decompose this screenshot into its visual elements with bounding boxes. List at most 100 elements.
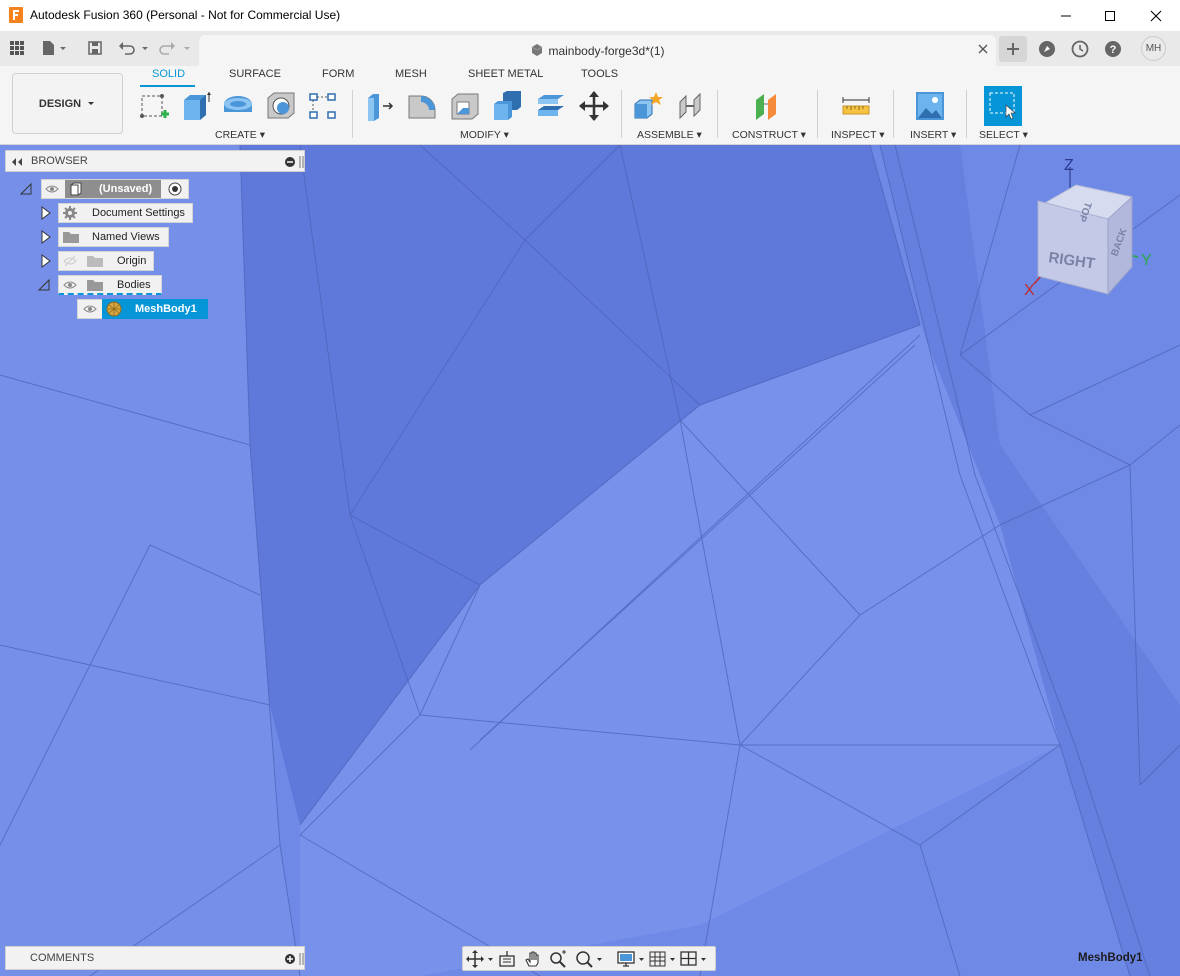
close-tab-button[interactable] [976, 42, 990, 61]
collapse-root-icon[interactable] [20, 182, 32, 196]
collapse-panel-icon[interactable] [10, 155, 24, 169]
offset-plane-icon [756, 94, 776, 120]
orbit-button[interactable] [466, 949, 494, 969]
insert-label: INSERT [910, 129, 949, 141]
fillet-button[interactable] [405, 88, 439, 124]
eye-icon[interactable] [45, 183, 59, 195]
minimize-button[interactable] [1043, 0, 1089, 31]
joint-button[interactable] [674, 88, 708, 124]
collapse-bodies-icon[interactable] [38, 278, 50, 292]
new-component-button[interactable] [631, 88, 665, 124]
create-label: CREATE [215, 129, 257, 141]
tab-surface[interactable]: SURFACE [229, 68, 281, 80]
eye-icon[interactable] [63, 279, 77, 291]
extrude-button[interactable] [179, 88, 213, 124]
grid-settings-button[interactable] [649, 949, 679, 969]
offset-plane-button[interactable] [750, 88, 784, 124]
eye-icon[interactable] [83, 303, 97, 315]
data-panel-button[interactable] [6, 36, 28, 60]
fit-button[interactable] [574, 949, 606, 969]
hidden-eye-icon[interactable] [63, 255, 77, 267]
move-icon [579, 91, 609, 121]
job-status-button[interactable] [1066, 36, 1094, 62]
construct-menu[interactable]: CONSTRUCT ▾ [732, 129, 806, 141]
tab-sheet-metal[interactable]: SHEET METAL [468, 68, 543, 80]
comments-title: COMMENTS [30, 952, 95, 964]
panel-grip-icon[interactable] [299, 155, 305, 169]
measure-button[interactable] [839, 88, 873, 124]
tab-mesh[interactable]: MESH [395, 68, 427, 80]
insert-image-button[interactable] [913, 88, 947, 124]
meshbody-visibility[interactable] [77, 299, 103, 319]
browser-panel-header[interactable]: BROWSER [5, 150, 305, 172]
expand-named-views-icon[interactable] [40, 230, 52, 244]
axis-z-label: Z [1064, 157, 1074, 174]
revolve-button[interactable] [221, 88, 255, 124]
help-button[interactable]: ? [1099, 36, 1127, 62]
axis-y-label: Y [1141, 252, 1152, 269]
create-sketch-button[interactable] [137, 88, 171, 124]
hole-button[interactable] [264, 88, 298, 124]
workspace-switcher[interactable]: DESIGN [12, 73, 123, 134]
save-button[interactable] [84, 36, 106, 60]
pattern-button[interactable] [306, 88, 340, 124]
modify-menu[interactable]: MODIFY ▾ [460, 129, 509, 141]
browser-item-origin[interactable]: Origin [58, 251, 154, 271]
window-title: Autodesk Fusion 360 (Personal - Not for … [30, 8, 341, 22]
comments-panel[interactable]: COMMENTS [5, 946, 305, 970]
viewports-button[interactable] [679, 949, 711, 969]
activate-radio-icon[interactable] [168, 182, 182, 196]
modify-label: MODIFY [460, 129, 501, 141]
browser-item-document-settings[interactable]: Document Settings [58, 203, 193, 223]
minus-icon[interactable] [284, 156, 296, 168]
browser-item-meshbody1[interactable]: MeshBody1 [102, 299, 208, 319]
press-pull-button[interactable] [362, 88, 396, 124]
extensions-button[interactable] [1033, 36, 1061, 62]
assemble-menu[interactable]: ASSEMBLE ▾ [637, 129, 702, 141]
undo-button[interactable] [116, 36, 152, 60]
tab-solid[interactable]: SOLID [152, 68, 185, 80]
tab-tools[interactable]: TOOLS [581, 68, 618, 80]
browser-item-named-views[interactable]: Named Views [58, 227, 169, 247]
view-cube[interactable]: Z X Y RIGHT TOP BACK [1018, 152, 1163, 302]
new-tab-button[interactable] [999, 36, 1027, 62]
select-button[interactable] [984, 86, 1022, 126]
move-copy-button[interactable] [577, 88, 611, 124]
create-menu[interactable]: CREATE ▾ [215, 129, 265, 141]
look-at-button[interactable] [497, 949, 517, 969]
expand-origin-icon[interactable] [40, 254, 52, 268]
pan-button[interactable] [523, 949, 543, 969]
browser-root-node[interactable]: (Unsaved) [41, 179, 189, 199]
caret-down-icon [88, 101, 95, 105]
separator [893, 90, 894, 138]
workspace-label: DESIGN [38, 97, 82, 110]
zoom-button[interactable] [548, 949, 568, 969]
file-menu-button[interactable] [38, 36, 72, 60]
select-menu[interactable]: SELECT ▾ [979, 129, 1028, 141]
display-settings-button[interactable] [616, 949, 648, 969]
combine-button[interactable] [490, 88, 524, 124]
panel-grip-icon[interactable] [299, 952, 305, 966]
shell-button[interactable] [448, 88, 482, 124]
inspect-menu[interactable]: INSPECT ▾ [831, 129, 885, 141]
inspect-label: INSPECT [831, 129, 877, 141]
offset-face-button[interactable] [534, 88, 568, 124]
expand-document-settings-icon[interactable] [40, 206, 52, 220]
help-icon: ? [1105, 41, 1121, 57]
insert-menu[interactable]: INSERT ▾ [910, 129, 956, 141]
user-avatar[interactable]: MH [1141, 36, 1166, 61]
tab-form[interactable]: FORM [322, 68, 354, 80]
close-window-button[interactable] [1133, 0, 1179, 31]
shell-icon [451, 93, 479, 120]
pattern-icon [309, 93, 336, 119]
browser-item-bodies[interactable]: Bodies [58, 275, 162, 295]
redo-button[interactable] [158, 36, 194, 60]
separator [817, 90, 818, 138]
offset-face-icon [538, 95, 564, 116]
3d-viewport[interactable] [0, 145, 1180, 976]
maximize-button[interactable] [1087, 0, 1133, 31]
plus-circle-icon[interactable] [284, 953, 296, 965]
document-tab[interactable]: mainbody-forge3d*(1) [199, 35, 996, 66]
root-label: (Unsaved) [99, 183, 153, 195]
fusion-window: Autodesk Fusion 360 (Personal - Not for … [0, 0, 1180, 976]
